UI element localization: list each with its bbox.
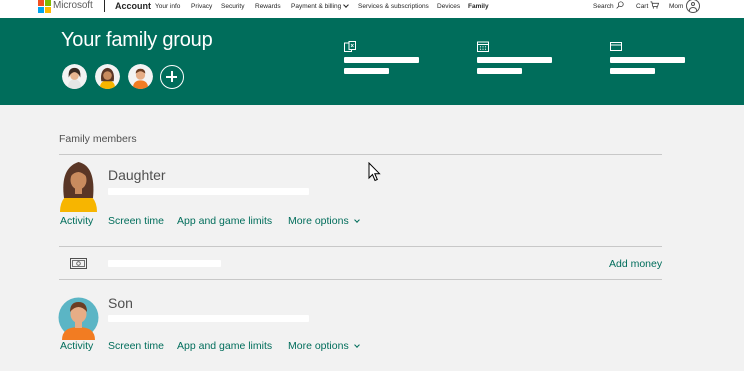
user-avatar-icon[interactable] [686,0,700,13]
feature-text-placeholder [477,57,552,63]
chevron-down-icon [353,217,360,223]
chevron-down-icon [343,2,350,8]
divider [59,246,662,247]
app-game-limits-link[interactable]: App and game limits [177,215,272,227]
feature-text-placeholder [610,57,685,63]
divider [59,279,662,280]
cart-button[interactable]: Cart [636,3,648,10]
money-icon [70,258,87,269]
nav-family[interactable]: Family [468,3,489,10]
member-detail-placeholder [108,188,309,195]
son-profile-avatar [58,297,99,340]
page-title: Your family group [61,29,213,51]
nav-divider [104,0,105,12]
microsoft-logo-icon[interactable] [38,0,51,13]
mouse-cursor-icon [368,162,381,182]
mom-avatar[interactable] [62,64,87,89]
search-button[interactable]: Search [593,3,614,10]
app-game-limits-link[interactable]: App and game limits [177,340,272,352]
balance-placeholder [108,260,221,267]
xbox-store-icon [344,41,356,52]
search-icon[interactable] [616,1,624,9]
nav-your-info[interactable]: Your info [155,3,180,10]
cart-icon[interactable] [650,1,659,9]
nav-rewards[interactable]: Rewards [255,3,281,10]
more-options-button[interactable]: More options [288,340,360,352]
activity-link[interactable]: Activity [60,340,93,352]
more-options-button[interactable]: More options [288,215,360,227]
nav-devices[interactable]: Devices [437,3,460,10]
chevron-down-icon [353,342,360,348]
nav-security[interactable]: Security [221,3,244,10]
screen-time-link[interactable]: Screen time [108,215,164,227]
more-options-label: More options [288,340,349,352]
nav-payment-billing-label: Payment & billing [291,3,342,10]
feature-text-placeholder [610,68,655,74]
activity-link[interactable]: Activity [60,215,93,227]
feature-text-placeholder [344,57,419,63]
nav-services-subscriptions[interactable]: Services & subscriptions [358,3,429,10]
daughter-avatar[interactable] [95,64,120,89]
member-name[interactable]: Daughter [108,167,166,183]
nav-privacy[interactable]: Privacy [191,3,212,10]
section-title: Family members [59,133,137,145]
add-member-button[interactable] [160,65,184,89]
divider [59,154,662,155]
calendar-icon [477,41,489,52]
member-name[interactable]: Son [108,295,133,311]
feature-text-placeholder [477,68,522,74]
member-detail-placeholder [108,315,309,322]
user-name[interactable]: Mom [669,3,683,10]
feature-text-placeholder [344,68,389,74]
top-nav: Microsoft Account Your info Privacy Secu… [0,0,744,18]
son-avatar[interactable] [128,64,153,89]
more-options-label: More options [288,215,349,227]
brand-name[interactable]: Microsoft [53,0,93,11]
account-link[interactable]: Account [115,1,151,11]
card-icon [610,42,622,51]
nav-payment-billing[interactable]: Payment & billing [291,2,350,10]
screen-time-link[interactable]: Screen time [108,340,164,352]
daughter-profile-avatar [60,162,97,212]
add-money-link[interactable]: Add money [609,258,662,270]
family-banner: Your family group [0,18,744,105]
